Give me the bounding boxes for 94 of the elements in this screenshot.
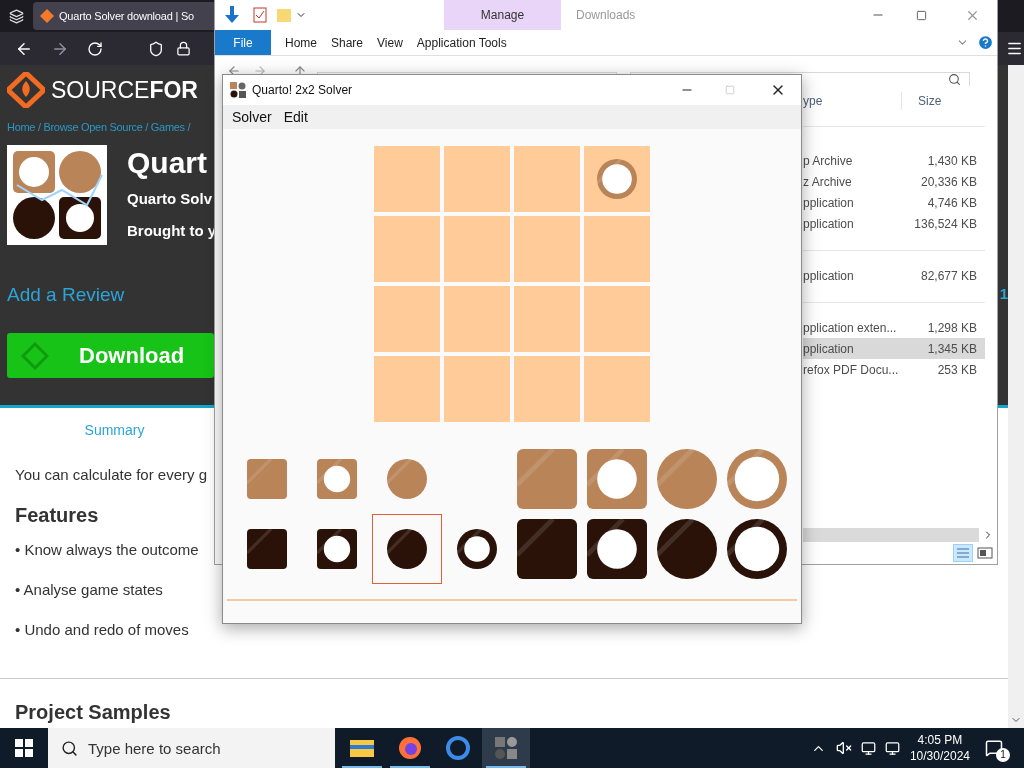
board-cell[interactable] [584,286,650,352]
board-cell[interactable] [584,216,650,282]
tab-list-icon[interactable] [9,8,24,24]
logo-icon[interactable] [7,72,45,108]
menu-icon[interactable] [1006,40,1023,57]
project-summary: Quarto Solv [127,189,213,209]
board-cell[interactable] [514,356,580,422]
help-icon[interactable] [977,34,994,51]
browser-tab[interactable]: Quarto Solver download | So [33,2,214,30]
file-row[interactable]: pplication 1,345 KB [803,338,985,359]
side-marker: 1 [999,284,1008,304]
file-type: pplication [803,215,855,233]
ribbon-tab[interactable]: Home [285,30,317,55]
board-cell[interactable] [514,286,580,352]
board-cell[interactable] [444,356,510,422]
download-arrow-icon[interactable] [225,6,239,24]
notification-icon[interactable] [985,739,1003,757]
samples-heading: Project Samples [15,700,171,725]
search-icon[interactable] [948,73,961,86]
project-title: Quart [127,145,208,181]
manage-tab-group: Manage [444,0,561,30]
file-size: 1,345 KB [926,340,978,358]
thumbnail-view-icon[interactable] [977,546,993,560]
file-type: pplication exten... [803,319,898,337]
board-cell[interactable] [444,146,510,212]
notification-count: 1 [996,748,1010,762]
window-title: Quarto! 2x2 Solver [252,82,353,99]
taskbar-search-field[interactable]: Type here to search [48,728,335,768]
column-header[interactable]: ype [803,92,901,110]
file-size: 253 KB [936,361,978,379]
board-cell[interactable] [444,286,510,352]
fox-globe-icon [398,736,422,760]
horizontal-scrollbar[interactable] [803,528,979,542]
file-size: 1,430 KB [926,152,978,170]
board-cell[interactable] [584,356,650,422]
logo-text[interactable]: SOURCEFOR [51,75,198,105]
round-piece[interactable] [457,529,497,569]
file-type: z Archive [803,173,853,191]
description: You can calculate for every g [15,465,208,485]
display-icon[interactable] [884,740,900,756]
square-piece[interactable] [317,529,357,569]
column-header[interactable]: Size [901,92,942,110]
file-type: pplication [803,267,855,285]
file-type: refox PDF Docu... [803,361,900,379]
file-size: 1,298 KB [926,319,978,337]
project-icon [7,145,107,245]
menu-item[interactable]: Solver [231,106,273,128]
window-title: Downloads [576,7,636,24]
feature-item: • Analyse game states [15,580,163,600]
app-icon [230,82,246,98]
properties-icon[interactable] [253,7,267,23]
pieces-icon [494,736,518,760]
breadcrumb[interactable]: Home / Browse Open Source / Games / [7,120,191,134]
file-type: pplication [803,194,855,212]
file-size: 82,677 KB [919,267,978,285]
round-piece[interactable] [387,529,427,569]
board-cell[interactable] [584,146,650,212]
piece-slot[interactable] [372,514,442,584]
scrollbar[interactable] [1008,65,1024,728]
file-type: p Archive [803,152,854,170]
clock-date[interactable]: 10/30/2024 [909,748,970,764]
add-review-link[interactable]: Add a Review [7,283,125,307]
board-cell[interactable] [374,216,440,282]
lock-icon[interactable] [176,41,191,56]
ring-icon [446,736,470,760]
board-cell[interactable] [444,216,510,282]
site-icon [40,9,54,23]
file-size: 136,524 KB [913,215,978,233]
file-type: pplication [803,340,855,358]
menu-item[interactable]: Edit [282,106,309,128]
board-cell[interactable] [514,146,580,212]
file-size: 4,746 KB [926,194,978,212]
search-icon[interactable] [61,740,78,757]
ribbon-tab[interactable]: Share [331,30,364,55]
taskbar-app[interactable] [482,728,530,768]
folder-icon [350,738,374,758]
file-size: 20,336 KB [919,173,978,191]
maximize-button[interactable] [916,9,927,21]
board-cell[interactable] [514,216,580,282]
feature-item: • Know always the outcome [15,540,199,560]
feature-item: • Undo and redo of moves [15,620,189,640]
network-icon[interactable] [860,740,876,756]
clock-time[interactable]: 4:05 PM [917,732,963,748]
ribbon-tab[interactable]: View [377,30,403,55]
board-cell[interactable] [374,356,440,422]
board-cell[interactable] [374,286,440,352]
start-button[interactable] [15,739,33,757]
board-cell[interactable] [374,146,440,212]
ribbon-tab[interactable]: Application Tools [416,30,507,55]
shield-icon[interactable] [148,40,164,57]
muted-speaker-icon[interactable] [835,740,852,756]
features-heading: Features [15,503,99,528]
download-logo-icon [21,341,49,370]
reload-button[interactable] [87,40,103,57]
